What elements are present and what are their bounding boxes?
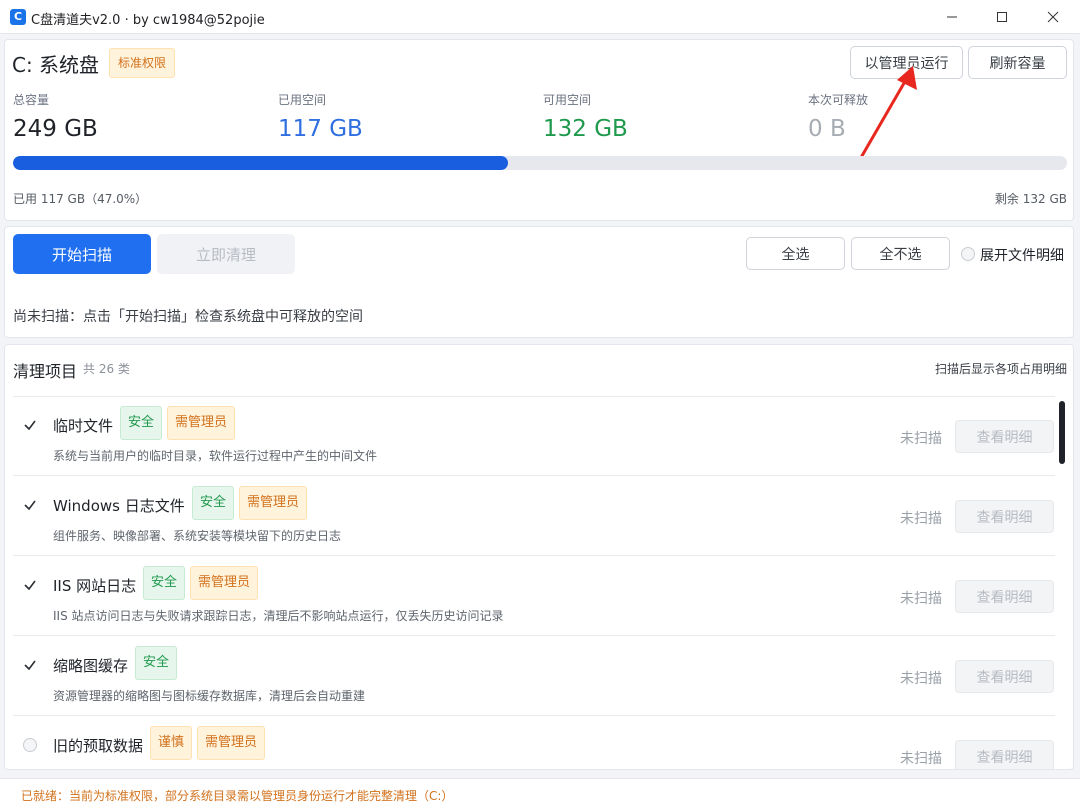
permission-badge: 标准权限 [109, 48, 176, 78]
list-item[interactable]: IIS 网站日志 安全 需管理员 IIS 站点访问日志与失败请求跟踪日志，清理后不影响… [13, 556, 1055, 636]
item-status: 未扫描 [900, 671, 942, 687]
view-details-button[interactable]: 查看明细 [955, 580, 1054, 613]
list-item[interactable]: 缩略图缓存 安全资源管理器的缩略图与图标缓存数据库，清理后会自动重建 未扫描 查看明细 [13, 636, 1055, 716]
item-status: 未扫描 [900, 511, 942, 527]
minimize-icon [947, 16, 957, 18]
warning-badge: 需管理员 [190, 566, 259, 600]
app-icon: C [10, 9, 26, 25]
view-details-button[interactable]: 查看明细 [955, 420, 1054, 453]
checkmark-icon[interactable] [23, 418, 37, 432]
scan-status-text: 尚未扫描：点击「开始扫描」检查系统盘中可释放的空间 [13, 309, 363, 325]
view-details-button[interactable]: 查看明细 [955, 660, 1054, 693]
maximize-button[interactable] [978, 0, 1026, 34]
safe-badge: 安全 [192, 486, 235, 520]
item-status: 未扫描 [900, 431, 942, 447]
item-description: IIS 站点访问日志与失败请求跟踪日志，清理后不影响站点运行，仅丢失历史访问记录 [53, 609, 504, 623]
warning-badge: 需管理员 [239, 486, 308, 520]
list-item[interactable]: Windows 日志文件 安全 需管理员组件服务、映像部署、系统安装等模块留下的历史… [13, 476, 1055, 556]
free-space-label: 可用空间 [543, 93, 592, 107]
items-list: 临时文件 安全 需管理员 系统与当前用户的临时目录，软件运行过程中产生的中间文件 未扫描… [0, 396, 1080, 769]
checkmark-icon[interactable] [23, 658, 37, 672]
releasable-label: 本次可释放 [808, 93, 869, 107]
select-none-button[interactable]: 全不选 [851, 237, 950, 270]
safe-badge: 安全 [120, 406, 163, 440]
items-hint: 扫描后显示各项占用明细 [934, 362, 1067, 376]
free-space-value: 132 GB [543, 116, 628, 142]
maximize-icon [997, 12, 1007, 22]
item-tags: 安全 需管理员 [120, 406, 236, 440]
item-description: 组件服务、映像部署、系统安装等模块留下的历史日志 [53, 529, 342, 543]
refresh-capacity-button[interactable]: 刷新容量 [968, 46, 1067, 79]
window-title: C盘清道夫v2.0 · by cw1984@52pojie [31, 13, 265, 28]
list-item[interactable]: 临时文件 安全 需管理员系统与当前用户的临时目录，软件运行过程中产生的中间文件 未扫描… [13, 396, 1055, 476]
status-bar: 已就绪：当前为标准权限，部分系统目录需以管理员身份运行才能完整清理（C:） [0, 778, 1080, 810]
view-details-button[interactable]: 查看明细 [955, 740, 1054, 769]
clean-now-button[interactable]: 立即清理 [157, 234, 295, 274]
item-description: 系统与当前用户的临时目录，软件运行过程中产生的中间文件 [53, 449, 378, 463]
start-scan-button[interactable]: 开始扫描 [13, 234, 151, 274]
warning-badge: 需管理员 [197, 726, 266, 760]
list-item[interactable]: 旧的预取数据 谨慎 需管理员未扫描 查看明细 [13, 716, 1055, 769]
items-count: 共 26 类 [83, 362, 130, 376]
items-scrollbar[interactable] [1059, 401, 1065, 464]
item-description: 资源管理器的缩略图与图标缓存数据库，清理后会自动重建 [53, 689, 366, 703]
item-tags: 谨慎 需管理员 [150, 726, 266, 760]
drive-title: C: 系统盘 [12, 53, 100, 77]
item-name: 临时文件 [53, 417, 114, 435]
warning-badge: 需管理员 [167, 406, 236, 440]
expand-details-toggle[interactable] [961, 247, 975, 261]
item-name: 旧的预取数据 [53, 737, 144, 755]
item-name: IIS 网站日志 [53, 577, 137, 595]
close-button[interactable] [1029, 0, 1077, 34]
status-bar-text: 已就绪：当前为标准权限，部分系统目录需以管理员身份运行才能完整清理（C:） [21, 789, 454, 803]
item-tags: 安全 需管理员 [143, 566, 259, 600]
item-name: 缩略图缓存 [53, 657, 129, 675]
item-status: 未扫描 [900, 591, 942, 607]
title-bar: C C盘清道夫v2.0 · by cw1984@52pojie [0, 0, 1080, 34]
close-icon [1047, 11, 1059, 23]
remaining-summary: 剩余 132 GB [994, 192, 1067, 206]
used-space-value: 117 GB [278, 116, 363, 142]
used-summary: 已用 117 GB（47.0%） [13, 192, 148, 206]
capacity-progress-bar [13, 156, 1067, 170]
warning-badge: 谨慎 [150, 726, 193, 760]
item-tags: 安全 [135, 646, 178, 680]
item-name: Windows 日志文件 [53, 497, 185, 515]
capacity-progress-fill [13, 156, 509, 170]
select-all-button[interactable]: 全选 [746, 237, 845, 270]
safe-badge: 安全 [143, 566, 186, 600]
total-capacity-label: 总容量 [13, 93, 50, 107]
minimize-button[interactable] [928, 0, 976, 34]
expand-details-label: 展开文件明细 [980, 248, 1064, 264]
view-details-button[interactable]: 查看明细 [955, 500, 1054, 533]
checkmark-icon[interactable] [23, 498, 37, 512]
items-section-title: 清理项目 [13, 362, 78, 381]
checkmark-icon[interactable] [23, 578, 37, 592]
item-tags: 安全 需管理员 [192, 486, 308, 520]
item-checkbox[interactable] [23, 738, 37, 752]
releasable-value: 0 B [808, 116, 846, 142]
safe-badge: 安全 [135, 646, 178, 680]
total-capacity-value: 249 GB [13, 116, 98, 142]
used-space-label: 已用空间 [278, 93, 327, 107]
item-status: 未扫描 [900, 751, 942, 767]
